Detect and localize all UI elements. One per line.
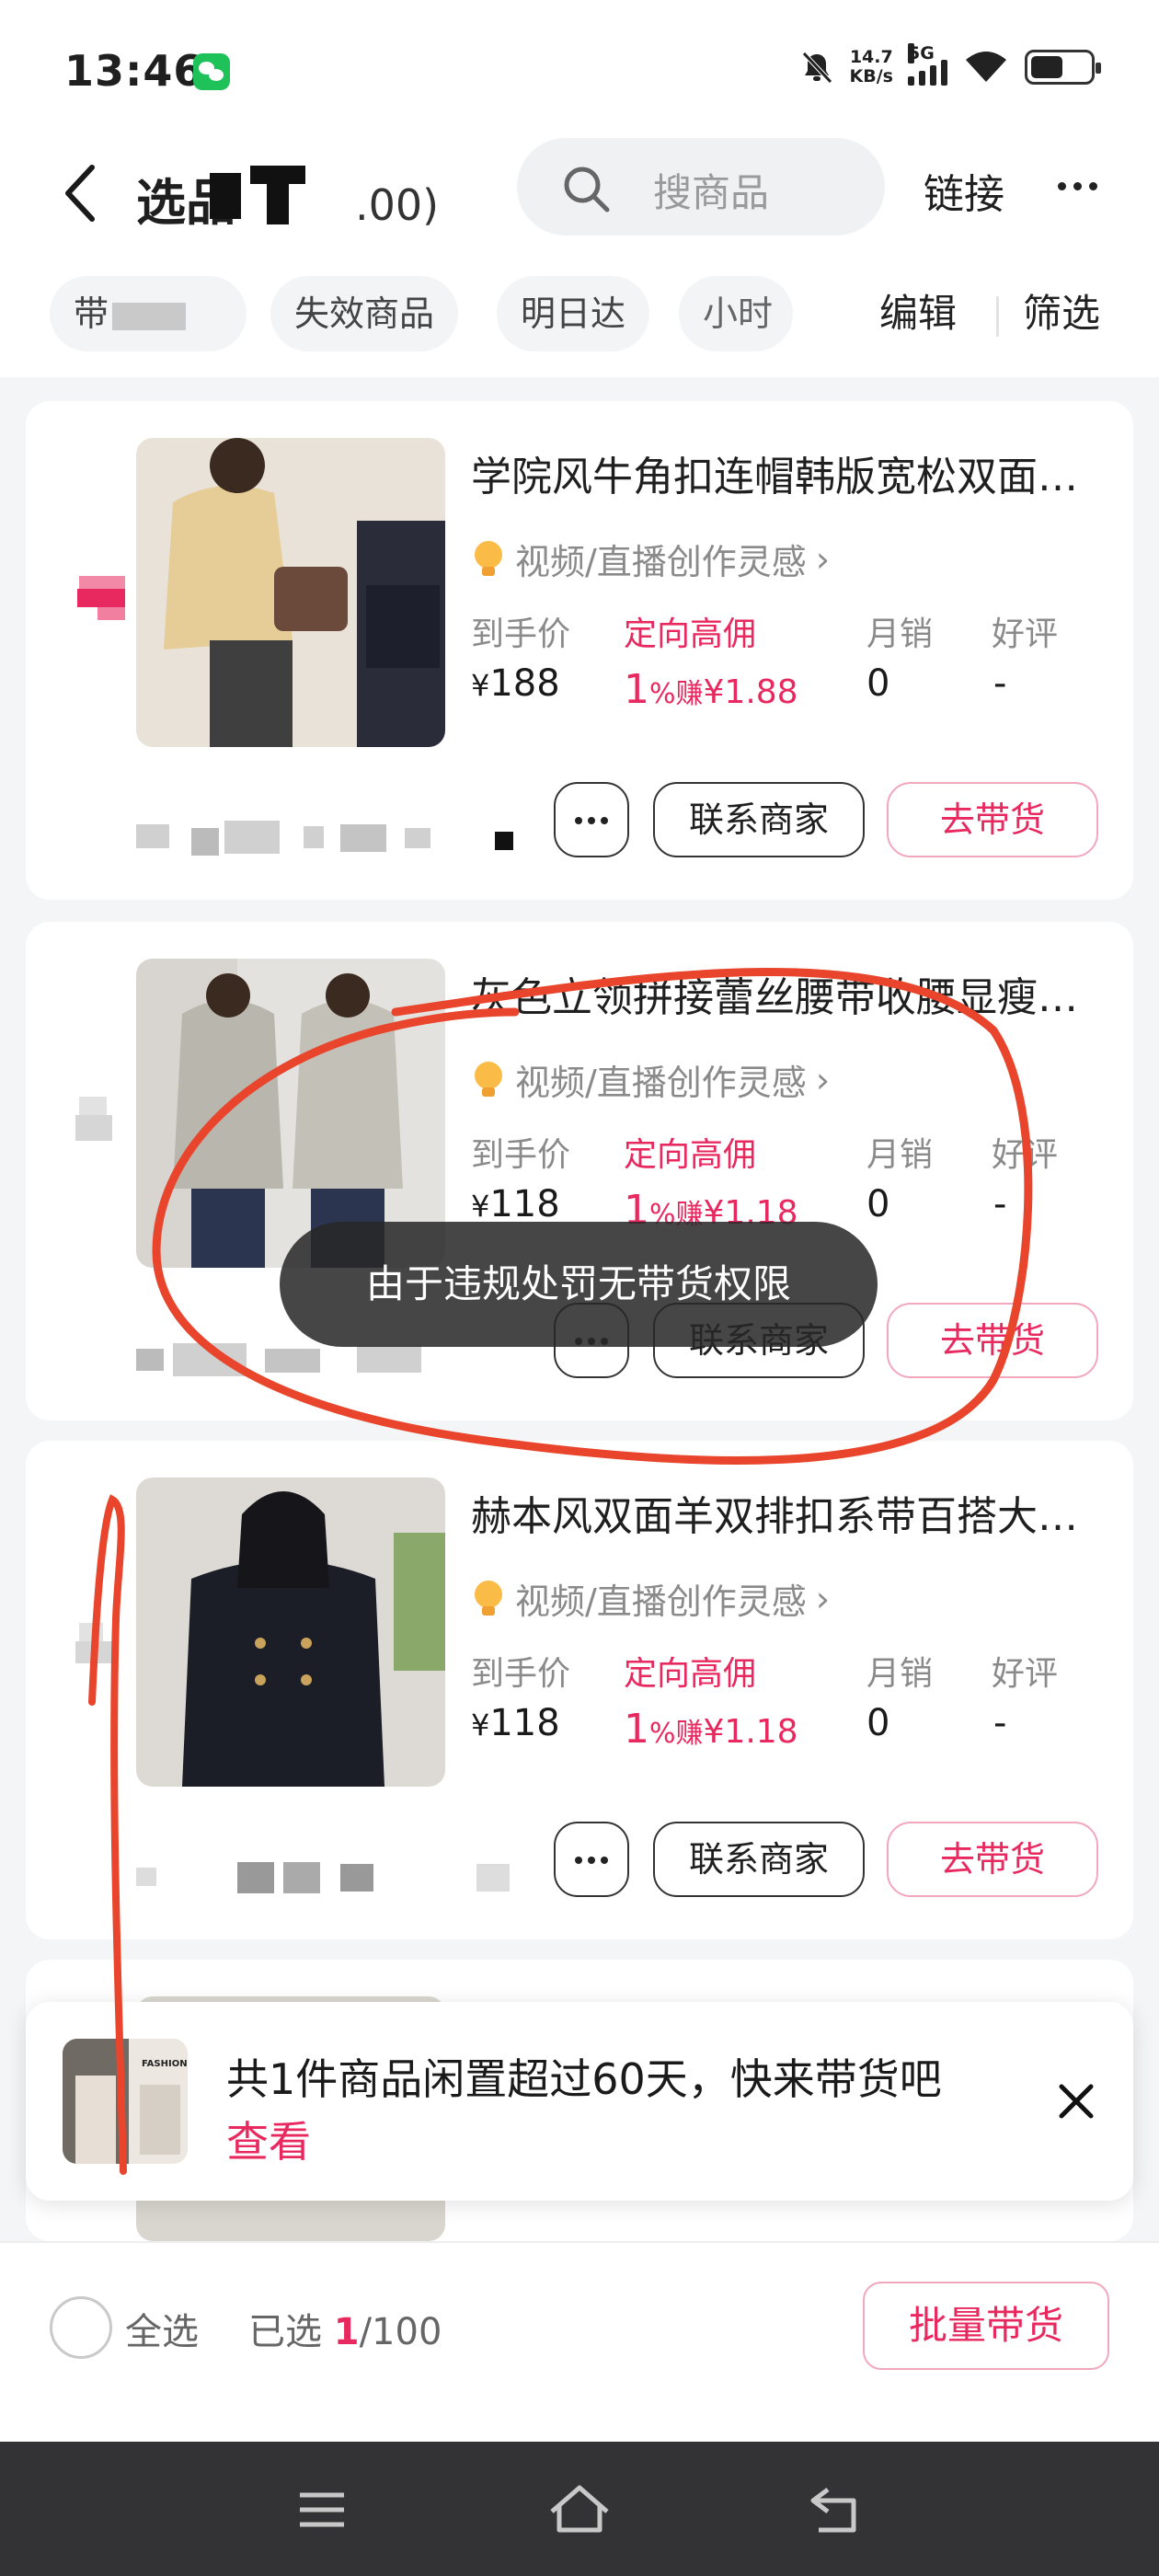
edit-button[interactable]: 编辑	[879, 276, 957, 351]
monthly-sales-value: 0	[866, 1702, 890, 1744]
status-bar: 13:46 14.7 KB/s 5G	[0, 0, 1159, 138]
wifi-icon	[966, 52, 1006, 82]
start-selling-button[interactable]: 去带货	[887, 1822, 1098, 1897]
price-value: ¥118	[471, 1183, 560, 1225]
idle-products-banner[interactable]: FASHION 共1件商品闲置超过60天，快来带货吧 查看	[26, 2002, 1133, 2201]
monthly-sales-label: 月销	[866, 1655, 934, 1693]
more-button[interactable]	[554, 782, 629, 857]
commission-label: 定向高佣	[624, 1655, 757, 1693]
contact-merchant-button[interactable]: 联系商家	[653, 1822, 865, 1897]
rating-value: -	[993, 662, 1007, 705]
select-all-label[interactable]: 全选	[125, 2302, 199, 2355]
product-title[interactable]: 赫本风双面羊双排扣系带百搭大衣外套	[471, 1483, 1115, 1542]
price-value: ¥188	[471, 662, 560, 705]
menu-icon[interactable]	[294, 2482, 350, 2537]
start-selling-button[interactable]: 去带货	[887, 782, 1098, 857]
price-value: ¥118	[471, 1702, 560, 1744]
wechat-icon	[193, 53, 230, 90]
select-all-radio[interactable]	[50, 2296, 112, 2359]
lightbulb-icon	[475, 540, 502, 576]
select-radio[interactable]	[52, 576, 125, 631]
search-placeholder: 搜商品	[653, 170, 770, 215]
filter-bar: 带 失效商品 明日达 小时 编辑 筛选	[0, 258, 1159, 377]
link-button[interactable]: 链接	[924, 161, 1004, 220]
filter-button[interactable]: 筛选	[1023, 276, 1100, 351]
more-dots-icon[interactable]	[1058, 182, 1105, 190]
monthly-sales-value: 0	[866, 662, 890, 705]
filter-chip[interactable]: 带	[50, 276, 247, 351]
monthly-sales-label: 月销	[866, 1136, 934, 1174]
inspiration-link[interactable]: 视频/直播创作灵感 ›	[471, 534, 830, 584]
product-card[interactable]: 赫本风双面羊双排扣系带百搭大衣外套 视频/直播创作灵感 › 到手价 定向高佣 月销…	[26, 1441, 1133, 1939]
filter-chip-expired[interactable]: 失效商品	[270, 276, 459, 351]
monthly-sales-label: 月销	[866, 615, 934, 653]
header: 选品 .00) 搜商品 链接	[0, 138, 1159, 258]
select-radio[interactable]	[52, 1616, 125, 1671]
inspiration-link[interactable]: 视频/直播创作灵感 ›	[471, 1573, 830, 1624]
rating-label: 好评	[992, 1136, 1059, 1174]
filter-chip-hour[interactable]: 小时	[679, 276, 793, 351]
product-card[interactable]: 学院风牛角扣连帽韩版宽松双面羊绒大衣 视频/直播创作灵感› 到手价 定向高佣 月…	[26, 401, 1133, 900]
lightbulb-icon	[475, 1061, 502, 1097]
status-time: 13:46	[64, 46, 204, 96]
battery-icon	[1025, 50, 1101, 85]
redacted-mosaic	[210, 166, 311, 230]
contact-merchant-button[interactable]: 联系商家	[653, 782, 865, 857]
more-button[interactable]	[554, 1822, 629, 1897]
toast-message: 由于违规处罚无带货权限	[280, 1222, 878, 1347]
divider	[996, 296, 999, 337]
product-title[interactable]: 灰色立领拼接蕾丝腰带收腰显瘦毛呢外套	[471, 964, 1115, 1023]
rating-label: 好评	[992, 615, 1059, 653]
price-label: 到手价	[471, 615, 571, 653]
commission-label: 定向高佣	[624, 1136, 757, 1174]
close-icon[interactable]	[1047, 2072, 1106, 2131]
back-arrow-icon[interactable]	[55, 156, 110, 230]
rating-value: -	[993, 1183, 1007, 1225]
start-selling-button[interactable]: 去带货	[887, 1303, 1098, 1378]
network-speed: 14.7 KB/s	[849, 47, 893, 86]
price-label: 到手价	[471, 1655, 571, 1693]
product-image[interactable]	[136, 1478, 445, 1787]
selected-count: 已选 1/100	[248, 2311, 442, 2353]
commission-value: 1%赚¥1.18	[624, 1706, 798, 1753]
search-icon	[564, 167, 610, 213]
lightbulb-icon	[475, 1580, 502, 1616]
product-image[interactable]	[136, 438, 445, 747]
commission-label: 定向高佣	[624, 615, 757, 653]
product-title[interactable]: 学院风牛角扣连帽韩版宽松双面羊绒大衣	[471, 443, 1115, 502]
system-nav-bar	[0, 2442, 1159, 2576]
back-nav-icon[interactable]	[806, 2482, 865, 2537]
home-icon[interactable]	[546, 2482, 613, 2537]
shop-name-redacted	[136, 815, 532, 861]
select-radio[interactable]	[52, 1097, 125, 1152]
batch-sell-button[interactable]: 批量带货	[863, 2282, 1109, 2370]
banner-thumbnail: FASHION	[63, 2039, 188, 2164]
title-count: .00)	[355, 180, 440, 230]
inspiration-link[interactable]: 视频/直播创作灵感 ›	[471, 1054, 830, 1105]
filter-chip-next-day[interactable]: 明日达	[497, 276, 650, 351]
banner-view-link[interactable]: 查看	[226, 2109, 311, 2169]
banner-message: 共1件商品闲置超过60天，快来带货吧	[226, 2054, 942, 2104]
rating-label: 好评	[992, 1655, 1059, 1693]
bell-muted-icon	[801, 52, 832, 84]
rating-value: -	[993, 1702, 1007, 1744]
shop-name-redacted	[136, 1855, 532, 1901]
signal-icon: 5G	[908, 43, 947, 86]
monthly-sales-value: 0	[866, 1183, 890, 1225]
bottom-action-bar: 全选 已选 1/100 批量带货	[0, 2241, 1159, 2442]
commission-value: 1%赚¥1.88	[624, 666, 798, 713]
search-input[interactable]: 搜商品	[517, 138, 885, 236]
price-label: 到手价	[471, 1136, 571, 1174]
